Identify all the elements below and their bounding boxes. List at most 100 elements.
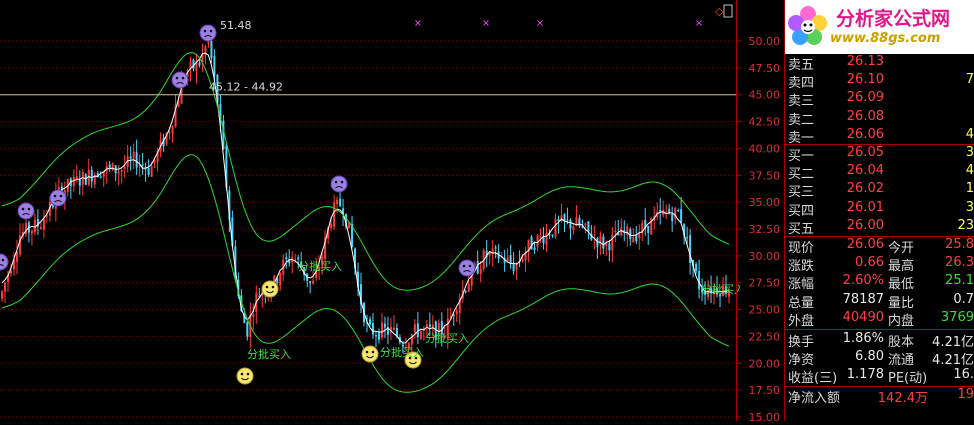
candle-body (39, 226, 42, 229)
top-marker: × (482, 18, 490, 29)
order-price: 26.13 (846, 54, 884, 69)
candle-body (336, 199, 339, 205)
buy-signal-face-icon (261, 280, 279, 298)
candle-body (602, 236, 605, 249)
candle-body (551, 234, 554, 236)
order-price: 26.02 (846, 181, 884, 197)
candle-body (611, 234, 614, 251)
candle-body (171, 125, 174, 134)
sell-signal-face-icon (199, 24, 217, 42)
candle-body (108, 164, 111, 168)
candle-body (374, 335, 377, 337)
order-price: 26.06 (846, 126, 884, 142)
stat-label: 量比 (888, 295, 915, 311)
scroll-box-icon (723, 4, 733, 18)
fundamental-value: 6.80 (855, 349, 884, 365)
upper-band-line (1, 52, 730, 291)
stat-value: 2.60% (842, 273, 884, 289)
kline-svg[interactable]: 51.4845.12 - 44.92× × × ×◇分批买入分批买入分批买入分批买入分… (0, 0, 740, 421)
axis-tick-label: 50.00 (749, 35, 781, 48)
sell-signal-face-icon (458, 259, 476, 277)
candle-body (428, 324, 431, 327)
candle-body (647, 226, 650, 233)
candle-body (123, 166, 126, 170)
candle-body (584, 223, 587, 226)
buy-signal-label: 分批买入 (425, 331, 469, 345)
order-level-label: 买一 (788, 149, 815, 164)
stat-label: 涨跌 (788, 259, 815, 275)
stat-label: 外盘 (788, 313, 815, 329)
candle-body (563, 214, 566, 221)
axis-tick-label: 47.50 (749, 62, 781, 75)
candle-body (252, 314, 255, 317)
axis-tick-label: 20.00 (749, 357, 781, 370)
order-book-row: 卖一 26.06 4 (784, 126, 974, 146)
candle-body (614, 231, 617, 233)
order-book-row: 卖二 26.08 (784, 108, 974, 128)
candle-body (297, 257, 300, 260)
buy-signal-label: 分批买入 (380, 345, 424, 359)
kline-chart[interactable]: 51.48 45.12 - 44.92 × × × × ◇ 分批买入 分批买入 分批买入 分批买入分… (0, 0, 740, 421)
candle-body (638, 233, 641, 239)
price-axis: 50.00 47.50 45.00 42.50 40.00 37.50 35.00 32.50… (736, 0, 784, 424)
section-divider (784, 329, 974, 330)
order-price: 26.04 (846, 163, 884, 179)
order-volume: 23 (957, 217, 974, 233)
order-price: 26.05 (846, 145, 884, 160)
logo-url-text: www.88gs.com (830, 31, 941, 46)
order-volume: 4 (965, 126, 974, 142)
fundamental-value: 1.86% (842, 331, 884, 346)
candle-body (141, 164, 144, 166)
fundamental-value: 4.21亿 (932, 335, 974, 350)
order-price: 26.08 (846, 108, 884, 124)
fundamental-value: 16. (953, 367, 974, 383)
axis-tick-label: 35.00 (749, 196, 781, 209)
candle-body (455, 310, 458, 315)
fundamental-row: 收益(三) 1.178 PE(动) 16. (784, 367, 974, 386)
order-book-row: 卖三 26.09 (784, 90, 974, 109)
axis-tick-label: 40.00 (749, 142, 781, 155)
candle-body (144, 168, 147, 170)
site-logo[interactable]: 分析家公式网 www.88gs.com (784, 0, 974, 54)
flower-logo-icon (788, 6, 827, 45)
diamond-marker-icon: ◇ (715, 5, 724, 18)
fundamental-label: 流通 (888, 353, 915, 369)
candle-body (587, 221, 590, 232)
peak-price-label: 51.48 (220, 19, 252, 32)
candle-body (677, 209, 680, 212)
fundamental-value: 1.178 (846, 367, 884, 383)
net-inflow-value: 142.4万 (877, 390, 928, 406)
candle-body (132, 151, 135, 159)
order-level-label: 卖二 (788, 112, 815, 128)
stat-label: 最高 (888, 259, 915, 275)
buy-signal-label: 分批买入 (298, 259, 342, 273)
candle-body (680, 209, 683, 223)
order-volume: 3 (965, 199, 974, 215)
fundamental-label: 净资 (788, 353, 815, 369)
order-price: 26.09 (846, 90, 884, 106)
stat-row: 总量 78187 量比 0.7 (784, 292, 974, 311)
candle-body (377, 332, 380, 340)
stat-label: 总量 (788, 295, 815, 311)
stat-label: 今开 (888, 241, 915, 256)
candle-body (686, 237, 689, 239)
candle-body (521, 259, 524, 261)
candle-body (608, 243, 611, 251)
candle-body (78, 179, 81, 186)
stat-value: 3769 (940, 309, 974, 325)
order-level-label: 买五 (788, 221, 815, 237)
stat-value: 40490 (842, 309, 884, 325)
candle-body (30, 230, 33, 234)
axis-tick-label: 25.00 (749, 304, 781, 317)
candle-body (213, 56, 216, 76)
candle-body (72, 176, 75, 187)
order-volume: 7 (965, 72, 974, 88)
candle-body (596, 238, 599, 248)
order-book-row: 买一 26.05 3 (784, 145, 974, 164)
candle-body (506, 257, 509, 261)
candle-body (467, 283, 470, 293)
logo-brand-text: 分析家公式网 (836, 8, 951, 30)
stat-row: 现价 26.06 今开 25.8 (784, 237, 974, 256)
candle-body (431, 324, 434, 328)
candle-body (572, 226, 575, 231)
